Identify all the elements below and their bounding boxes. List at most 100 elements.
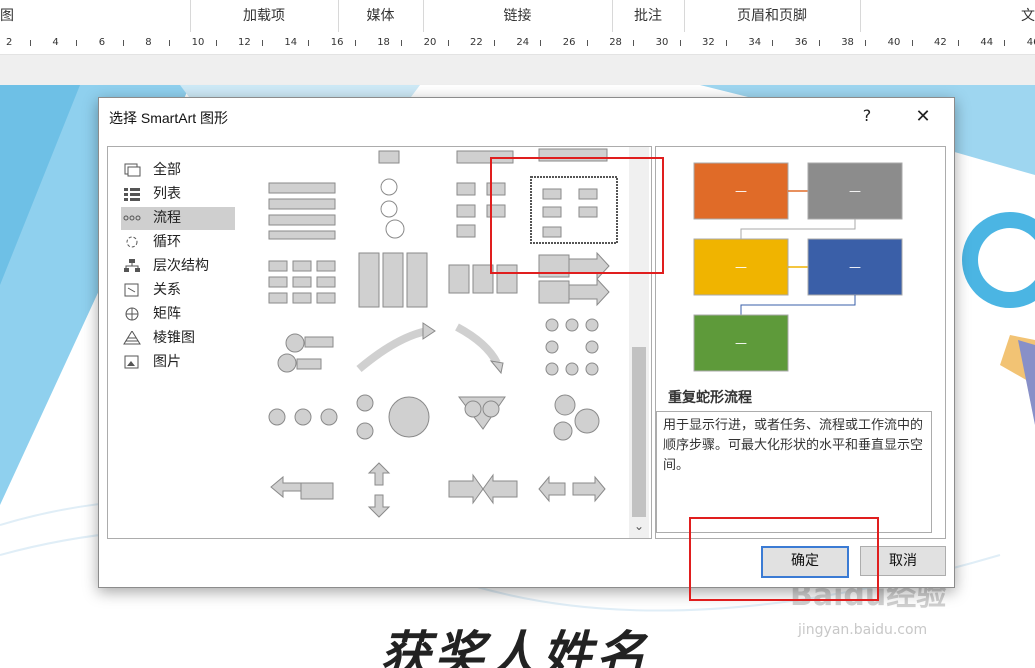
category-picture[interactable]: 图片 [121,351,235,374]
ruler-tick [401,40,403,46]
ribbon-group-label: 文 [1021,8,1035,24]
ruler-number: 18 [377,37,390,48]
ruler-tick [726,40,727,46]
ruler-number: 38 [841,37,854,48]
ribbon-group-text[interactable]: 文 [860,0,1035,32]
category-label: 关系 [153,282,181,298]
layout-description: 用于显示行进，或者任务、流程或工作流中的顺序步骤。可最大化形状的水平和垂直显示空… [656,411,932,533]
ruler-tick [911,40,913,46]
ruler-tick [772,40,774,46]
ruler-tick [540,40,542,46]
ruler-tick [169,40,171,46]
document-margin-area [0,55,1035,85]
ruler-tick [308,40,310,46]
ruler-number: 22 [470,37,483,48]
category-label: 图片 [153,354,181,370]
ribbon-group-label: 媒体 [366,8,395,24]
svg-text:—: — [735,260,747,274]
ruler-number: 34 [748,37,762,48]
ruler-tick [633,40,635,46]
cycle-icon [123,234,141,248]
close-button[interactable]: ✕ [911,106,935,127]
svg-text:—: — [735,184,747,198]
ribbon-group-picture[interactable]: 图 [0,0,191,32]
award-name-title: 获奖人姓名 [380,626,650,668]
category-label: 列表 [153,186,181,202]
ruler-tick [958,40,959,46]
ruler-number: 10 [191,37,205,48]
category-matrix[interactable]: 矩阵 [121,303,235,326]
layout-name: 重复蛇形流程 [668,390,752,406]
horizontal-ruler[interactable]: 2 4 6 8 10 12 14 16 18 20 22 24 26 28 30 32 34 36 38 40 42 44… [0,32,1035,55]
ruler-tick [494,40,495,46]
ruler-number: 28 [609,37,622,48]
category-label: 循环 [153,234,181,250]
scroll-down-arrow-icon[interactable]: ⌄ [632,519,646,535]
category-all[interactable]: 全部 [121,159,235,182]
category-cycle[interactable]: 循环 [121,231,235,254]
category-label: 矩阵 [153,306,181,322]
ruler-number: 20 [423,37,437,48]
ruler-number: 2 [6,37,13,48]
highlight-box-ok-button [689,517,879,601]
layout-preview-diagram: — — — — — [693,162,903,372]
ribbon-group-header-footer[interactable]: 页眉和页脚 [684,0,861,32]
ruler-tick [354,40,356,46]
category-list-type[interactable]: 列表 [121,183,235,206]
ruler-tick [30,40,31,46]
ruler-number: 6 [98,37,106,48]
all-icon [123,162,141,176]
category-hierarchy[interactable]: 层次结构 [121,255,235,278]
ruler-number: 26 [562,37,576,48]
relationship-icon [123,282,141,296]
category-label: 流程 [153,210,181,226]
ruler-tick [586,40,588,46]
ribbon-group-links[interactable]: 链接 [423,0,613,32]
ruler-number: 8 [145,37,152,48]
ribbon-group-addins[interactable]: 加载项 [190,0,339,32]
ruler-number: 16 [330,37,344,48]
hierarchy-icon [123,258,141,272]
picture-icon [123,354,141,368]
preview-panel: — — — — — 重复蛇形流程 用于显示行进，或者任务、流程或工作流中的顺序步… [655,146,946,539]
category-label: 棱锥图 [153,330,195,346]
category-process[interactable]: 流程 [121,207,235,230]
ribbon-group-comments[interactable]: 批注 [612,0,685,32]
ruler-number: 36 [794,37,808,48]
ruler-tick [262,40,263,46]
dialog-title: 选择 SmartArt 图形 [109,110,229,126]
ruler-number: 30 [655,37,669,48]
ruler-tick [215,40,217,46]
svg-text:—: — [849,184,861,198]
ruler-number: 32 [702,37,715,48]
matrix-icon [123,306,141,320]
ruler-tick [679,40,681,46]
ruler-number: 12 [238,37,251,48]
ribbon-group-label: 页眉和页脚 [737,8,807,24]
category-label: 层次结构 [153,258,209,274]
ruler-number: 40 [887,37,901,48]
ruler-number: 24 [516,37,530,48]
ribbon: 图 加载项 媒体 链接 批注 页眉和页脚 文 [0,0,1035,32]
ruler-tick [76,40,78,46]
category-pyramid[interactable]: 棱锥图 [121,327,235,350]
ruler-number: 42 [934,37,947,48]
scrollbar-thumb[interactable] [632,347,646,517]
ruler-tick [447,40,449,46]
list-icon [123,186,141,201]
ribbon-group-label: 加载项 [243,8,285,24]
help-button[interactable]: ? [857,106,877,126]
ruler-tick [122,40,124,46]
ribbon-group-media[interactable]: 媒体 [338,0,424,32]
category-list: 全部 列表 流程 循环 层次结构 关系 矩阵 棱锥图 图片 [107,146,248,539]
pyramid-icon [123,329,141,344]
ribbon-group-label: 链接 [503,8,532,24]
ruler-tick [865,40,867,46]
ruler-number: 4 [52,37,59,48]
ruler-tick [818,40,820,46]
ruler-number: 44 [980,37,994,48]
category-relationship[interactable]: 关系 [121,279,235,302]
ribbon-group-label: 图 [0,8,14,24]
ruler-number: 46 [1026,37,1035,48]
ruler-number: 14 [284,37,298,48]
